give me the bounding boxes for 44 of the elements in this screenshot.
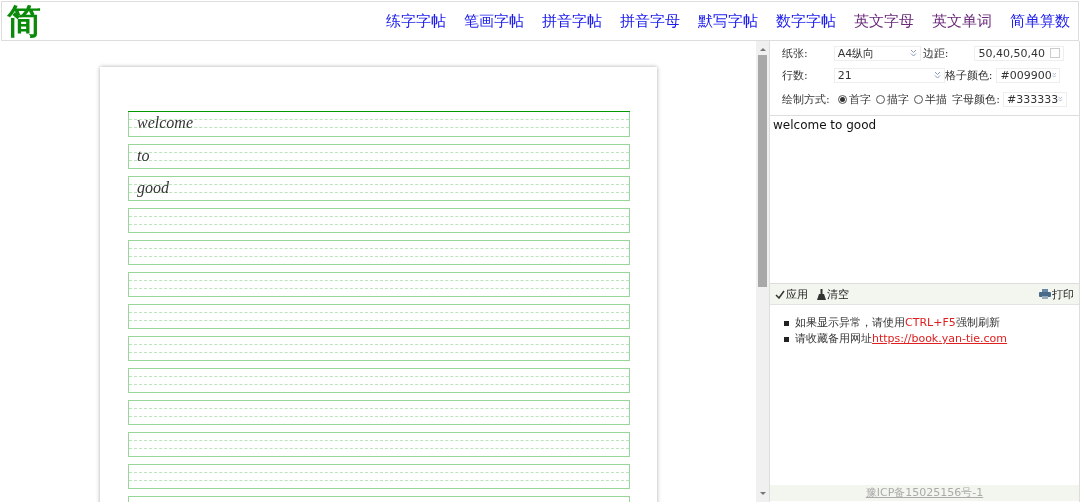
site-logo[interactable]: 简 xyxy=(7,3,41,39)
note-text: 如果显示异常，请使用CTRL+F5强制刷新 xyxy=(795,315,1000,331)
radio-option[interactable]: 首字 xyxy=(838,91,872,107)
handwritten-word: good xyxy=(137,178,169,198)
select-field[interactable]: 21 xyxy=(833,67,945,83)
select-field[interactable]: #009900 xyxy=(996,67,1061,83)
field-label: 行数: xyxy=(782,67,808,83)
radio-option[interactable]: 描字 xyxy=(876,91,910,107)
dropdown-icon xyxy=(909,49,917,57)
field-label: 纸张: xyxy=(782,45,808,61)
nav-link[interactable]: 数字字帖 xyxy=(776,11,836,31)
link[interactable]: https://book.yan-tie.com xyxy=(872,332,1008,345)
broom-icon xyxy=(817,288,826,300)
field-icon xyxy=(1050,48,1061,58)
print-button[interactable]: 打印 xyxy=(1039,286,1074,302)
check-icon xyxy=(775,289,785,299)
note-text: 请收藏备用网址https://book.yan-tie.com xyxy=(795,331,1008,347)
nav-link[interactable]: 笔画字帖 xyxy=(464,11,524,31)
select-field[interactable]: #333333 xyxy=(1003,91,1067,107)
radio-option[interactable]: 半描 xyxy=(914,91,948,107)
dropdown-icon xyxy=(933,71,941,79)
apply-button[interactable]: 应用 xyxy=(775,286,808,302)
nav-link[interactable]: 英文单词 xyxy=(932,11,992,31)
clear-button[interactable]: 清空 xyxy=(817,286,849,302)
dropdown-icon xyxy=(1058,95,1063,103)
nav-link[interactable]: 练字字帖 xyxy=(386,11,446,31)
handwritten-word: welcome xyxy=(137,113,193,133)
bullet-icon xyxy=(784,336,789,342)
dropdown-icon xyxy=(1051,71,1057,79)
printer-icon xyxy=(1039,289,1051,299)
nav-link[interactable]: 英文字母 xyxy=(854,11,914,31)
field-label: 字母颜色: xyxy=(952,91,1000,107)
nav-link[interactable]: 拼音字帖 xyxy=(542,11,602,31)
margin-field[interactable]: 50,40,50,40 xyxy=(974,45,1065,61)
select-field[interactable]: A4纵向 xyxy=(833,45,921,61)
field-label: 格子颜色: xyxy=(944,67,993,83)
scrollbar[interactable] xyxy=(756,41,769,502)
nav-link[interactable]: 简单算数 xyxy=(1010,11,1070,31)
nav-link[interactable]: 拼音字母 xyxy=(620,11,680,31)
handwritten-word: to xyxy=(137,146,150,166)
bullet-icon xyxy=(784,320,789,326)
field-label: 边距: xyxy=(922,45,949,61)
nav-link[interactable]: 默写字帖 xyxy=(698,11,758,31)
field-label: 绘制方式: xyxy=(782,91,830,107)
